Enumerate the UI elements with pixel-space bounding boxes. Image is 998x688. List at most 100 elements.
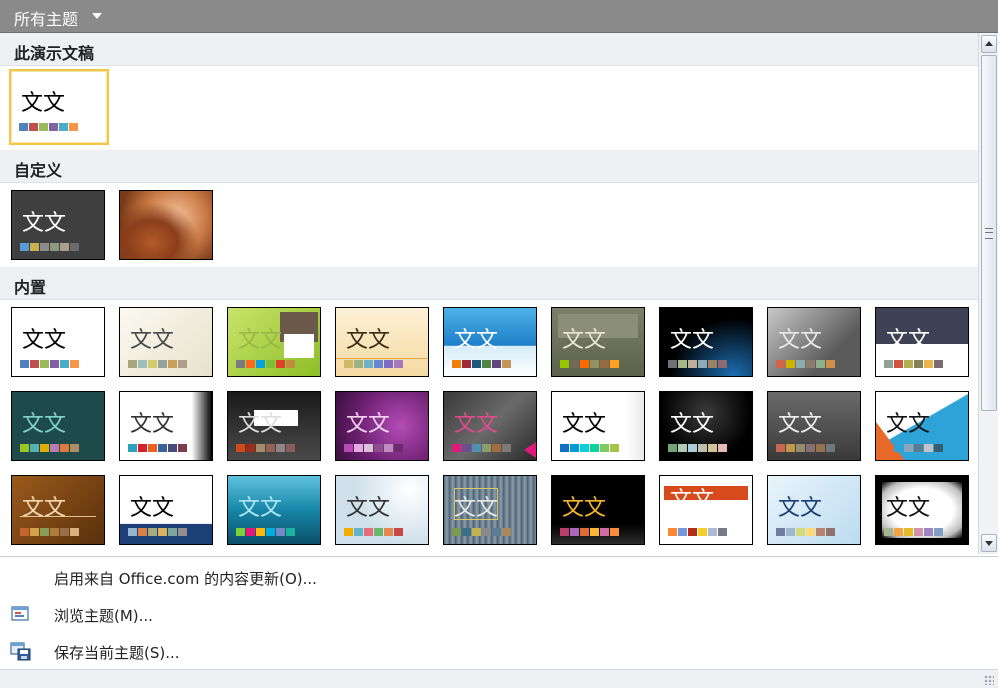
theme-thumb-hardcover[interactable]: 文文: [875, 391, 969, 461]
theme-color-swatches: [236, 528, 295, 536]
theme-thumb-oriel[interactable]: 文文: [659, 475, 753, 545]
theme-thumb-accent: [524, 442, 536, 458]
scroll-up-button[interactable]: [981, 35, 997, 53]
theme-thumb-text: 文文: [22, 211, 67, 236]
theme-thumb-origin[interactable]: 文文: [767, 475, 861, 545]
scroll-thumb[interactable]: [981, 55, 997, 411]
theme-thumb-equity[interactable]: 文文: [227, 391, 321, 461]
theme-color-swatches: [560, 360, 619, 368]
theme-thumb-block: [284, 334, 314, 358]
theme-thumb-metro[interactable]: 文文: [227, 475, 321, 545]
theme-thumb-concourse[interactable]: 文文: [119, 391, 213, 461]
theme-thumb-text: 文文: [562, 412, 607, 437]
theme-thumb-text: 文文: [130, 412, 175, 437]
theme-thumb-adjacency[interactable]: 文文: [119, 307, 213, 377]
theme-thumb-text: 文文: [562, 496, 607, 521]
theme-thumb-flow[interactable]: 文文: [551, 391, 645, 461]
all-themes-dropdown-label[interactable]: 所有主题: [14, 6, 78, 30]
dropdown-arrow-icon[interactable]: [92, 13, 102, 19]
section-header-custom: 自定义: [0, 150, 978, 183]
theme-thumb-angles[interactable]: 文文: [227, 307, 321, 377]
theme-color-swatches: [668, 528, 727, 536]
theme-thumb-text: 文文: [886, 328, 931, 353]
theme-color-swatches: [560, 528, 619, 536]
theme-thumb-median[interactable]: 文文: [119, 475, 213, 545]
theme-color-swatches: [20, 528, 79, 536]
theme-color-swatches: [884, 360, 943, 368]
theme-thumb-civic[interactable]: 文文: [767, 307, 861, 377]
theme-color-swatches: [19, 123, 78, 131]
theme-thumb-line: [20, 516, 96, 517]
theme-thumb-current[interactable]: 文文: [9, 69, 109, 145]
theme-thumb-image: [120, 191, 212, 259]
menu-item-label: 保存当前主题(S)...: [54, 644, 180, 662]
menu-item-enable-updates[interactable]: 启用来自 Office.com 的内容更新(O)...: [0, 560, 998, 594]
theme-thumb-composite[interactable]: 文文: [11, 391, 105, 461]
theme-color-swatches: [452, 528, 511, 536]
theme-thumb-text: 文文: [886, 496, 931, 521]
theme-menu: 启用来自 Office.com 的内容更新(O)... 浏览主题(M)... 保…: [0, 556, 998, 670]
theme-thumb-executive[interactable]: 文文: [443, 391, 537, 461]
section-label: 自定义: [14, 161, 63, 180]
theme-color-swatches: [128, 444, 187, 452]
theme-color-swatches: [776, 528, 835, 536]
menu-item-label: 浏览主题(M)...: [54, 607, 153, 625]
theme-color-swatches: [452, 360, 511, 368]
theme-thumb-apex[interactable]: 文文: [335, 307, 429, 377]
theme-thumb-text: 文文: [346, 412, 391, 437]
theme-thumb-text: 文文: [454, 412, 499, 437]
theme-thumb-black-tie[interactable]: 文文: [659, 307, 753, 377]
gallery-header[interactable]: 所有主题: [0, 0, 998, 33]
theme-thumb-grid[interactable]: 文文: [767, 391, 861, 461]
theme-color-swatches: [344, 528, 403, 536]
browse-folder-icon: [10, 604, 32, 624]
theme-color-swatches: [236, 360, 295, 368]
theme-thumb-austin[interactable]: 文文: [551, 307, 645, 377]
theme-color-swatches: [20, 444, 79, 452]
theme-thumb-text: 文文: [22, 496, 67, 521]
theme-thumb-horizon[interactable]: 文文: [11, 475, 105, 545]
theme-thumb-custom-dark[interactable]: 文文: [11, 190, 105, 260]
theme-thumb-text: 文文: [346, 328, 391, 353]
theme-thumb-newsprint[interactable]: 文文: [443, 475, 537, 545]
theme-thumb-module[interactable]: 文文: [335, 475, 429, 545]
theme-color-swatches: [668, 444, 727, 452]
menu-item-save-theme[interactable]: 保存当前主题(S)...: [0, 634, 998, 668]
theme-thumb-foundry[interactable]: 文文: [659, 391, 753, 461]
theme-thumb-office[interactable]: 文文: [11, 307, 105, 377]
theme-color-swatches: [452, 444, 511, 452]
theme-color-swatches: [236, 444, 295, 452]
gallery-scrollbar[interactable]: [978, 33, 998, 554]
theme-thumb-text: 文文: [670, 412, 715, 437]
theme-thumb-text: 文文: [562, 328, 607, 353]
theme-thumb-essential[interactable]: 文文: [335, 391, 429, 461]
theme-thumb-text: 文文: [778, 496, 823, 521]
theme-thumb-line: [336, 358, 428, 359]
theme-thumb-text: 文文: [238, 412, 283, 437]
theme-thumb-text: 文文: [22, 328, 67, 353]
save-theme-icon: [10, 641, 32, 661]
scroll-down-button[interactable]: [981, 534, 997, 552]
theme-thumb-aspect[interactable]: 文文: [443, 307, 537, 377]
section-label: 此演示文稿: [14, 44, 95, 63]
theme-thumb-text: 文文: [886, 412, 931, 437]
theme-thumb-opulent[interactable]: 文文: [551, 475, 645, 545]
section-header-this-presentation: 此演示文稿: [0, 33, 978, 66]
theme-thumb-paper[interactable]: 文文: [875, 475, 969, 545]
theme-color-swatches: [128, 360, 187, 368]
menu-item-label: 启用来自 Office.com 的内容更新(O)...: [54, 570, 317, 588]
resize-footer: [0, 669, 998, 688]
theme-thumb-clarity[interactable]: 文文: [875, 307, 969, 377]
grip-icon: [985, 228, 993, 239]
menu-item-browse-themes[interactable]: 浏览主题(M)...: [0, 597, 998, 631]
theme-thumb-text: 文文: [130, 328, 175, 353]
theme-color-swatches: [560, 444, 619, 452]
theme-gallery: 此演示文稿 文文 自定义 文文 内置 文文 文文 文文 文文 文文 文文 文文 …: [0, 33, 978, 554]
theme-color-swatches: [884, 528, 943, 536]
theme-color-swatches: [668, 360, 727, 368]
theme-thumb-text: 文文: [21, 91, 66, 116]
theme-thumb-text: 文文: [778, 328, 823, 353]
theme-thumb-custom-photo[interactable]: [119, 190, 213, 260]
theme-thumb-text: 文文: [22, 412, 67, 437]
resize-grip-icon[interactable]: [984, 675, 994, 685]
